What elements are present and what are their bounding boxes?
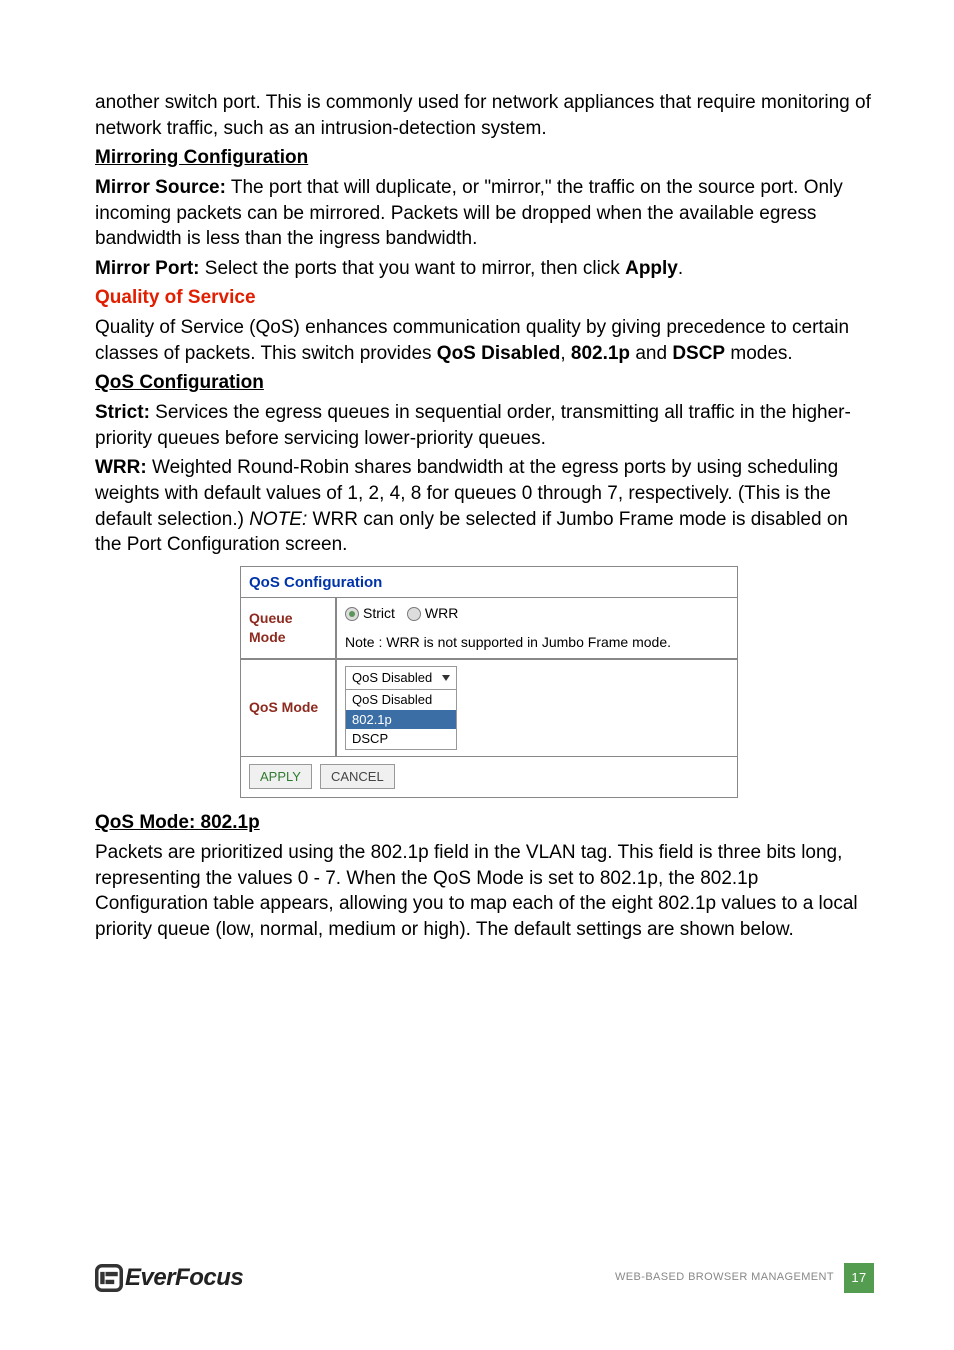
footer-section-label: WEB-BASED BROWSER MANAGEMENT — [615, 1270, 834, 1285]
qos-intro-g: modes. — [725, 343, 793, 364]
qos-mode-cell: QoS Disabled QoS Disabled 802.1p DSCP — [336, 659, 738, 757]
heading-qos-config: QoS Configuration — [95, 370, 874, 396]
queue-mode-row-label: Queue Mode — [240, 597, 336, 659]
heading-quality-of-service: Quality of Service — [95, 285, 874, 311]
qos-option-dscp[interactable]: DSCP — [346, 729, 456, 749]
mirror-source-label: Mirror Source: — [95, 177, 226, 198]
strict-paragraph: Strict: Services the egress queues in se… — [95, 400, 874, 451]
qos-table: Queue Mode Strict WRR Note : WRR is not … — [240, 597, 738, 757]
qos-intro-b: QoS Disabled — [437, 343, 561, 364]
qos-panel-title: QoS Configuration — [241, 567, 737, 597]
document-page: another switch port. This is commonly us… — [0, 0, 954, 1350]
strict-text: Services the egress queues in sequential… — [95, 402, 851, 449]
qos-intro-paragraph: Quality of Service (QoS) enhances commun… — [95, 315, 874, 366]
qos-mode-selected-value: QoS Disabled — [352, 669, 432, 687]
mirror-port-apply-word: Apply — [625, 258, 678, 279]
mirror-port-paragraph: Mirror Port: Select the ports that you w… — [95, 256, 874, 282]
cancel-button[interactable]: CANCEL — [320, 764, 395, 790]
qos-mode-row-label: QoS Mode — [240, 659, 336, 757]
qos-mode-dropdown: QoS Disabled 802.1p DSCP — [345, 689, 457, 750]
mirror-port-text-c: . — [678, 258, 683, 279]
strict-radio-label: Strict — [363, 604, 395, 623]
mirror-port-text-a: Select the ports that you want to mirror… — [200, 258, 626, 279]
strict-radio[interactable] — [345, 607, 359, 621]
apply-button[interactable]: APPLY — [249, 764, 312, 790]
qos-intro-c: , — [560, 343, 571, 364]
p-8021p: Packets are prioritized using the 802.1p… — [95, 840, 874, 943]
qos-intro-f: DSCP — [672, 343, 725, 364]
wrr-paragraph: WRR: Weighted Round-Robin shares bandwid… — [95, 455, 874, 558]
queue-mode-cell: Strict WRR Note : WRR is not supported i… — [336, 597, 738, 659]
intro-paragraph: another switch port. This is commonly us… — [95, 90, 874, 141]
wrr-label: WRR: — [95, 457, 147, 478]
chevron-down-icon — [442, 675, 450, 681]
qos-button-row: APPLY CANCEL — [241, 756, 737, 798]
qos-option-disabled[interactable]: QoS Disabled — [346, 690, 456, 710]
everfocus-icon — [95, 1264, 123, 1292]
wrr-note-label: NOTE: — [249, 509, 307, 530]
page-number: 17 — [844, 1263, 874, 1293]
heading-qos-8021p: QoS Mode: 802.1p — [95, 810, 874, 836]
page-footer: EverFocus WEB-BASED BROWSER MANAGEMENT 1… — [95, 1262, 874, 1294]
qos-mode-select[interactable]: QoS Disabled — [345, 666, 457, 690]
qos-intro-e: and — [630, 343, 672, 364]
wrr-radio[interactable] — [407, 607, 421, 621]
qos-config-panel: QoS Configuration Queue Mode Strict WRR … — [240, 566, 738, 798]
brand-name: EverFocus — [125, 1262, 243, 1294]
qos-option-8021p[interactable]: 802.1p — [346, 710, 456, 730]
footer-right: WEB-BASED BROWSER MANAGEMENT 17 — [615, 1263, 874, 1293]
heading-mirroring-config: Mirroring Configuration — [95, 145, 874, 171]
queue-mode-note: Note : WRR is not supported in Jumbo Fra… — [345, 627, 729, 652]
mirror-port-label: Mirror Port: — [95, 258, 200, 279]
qos-intro-d: 802.1p — [571, 343, 630, 364]
brand-logo: EverFocus — [95, 1262, 243, 1294]
strict-label: Strict: — [95, 402, 150, 423]
mirror-source-paragraph: Mirror Source: The port that will duplic… — [95, 175, 874, 252]
wrr-radio-label: WRR — [425, 604, 458, 623]
